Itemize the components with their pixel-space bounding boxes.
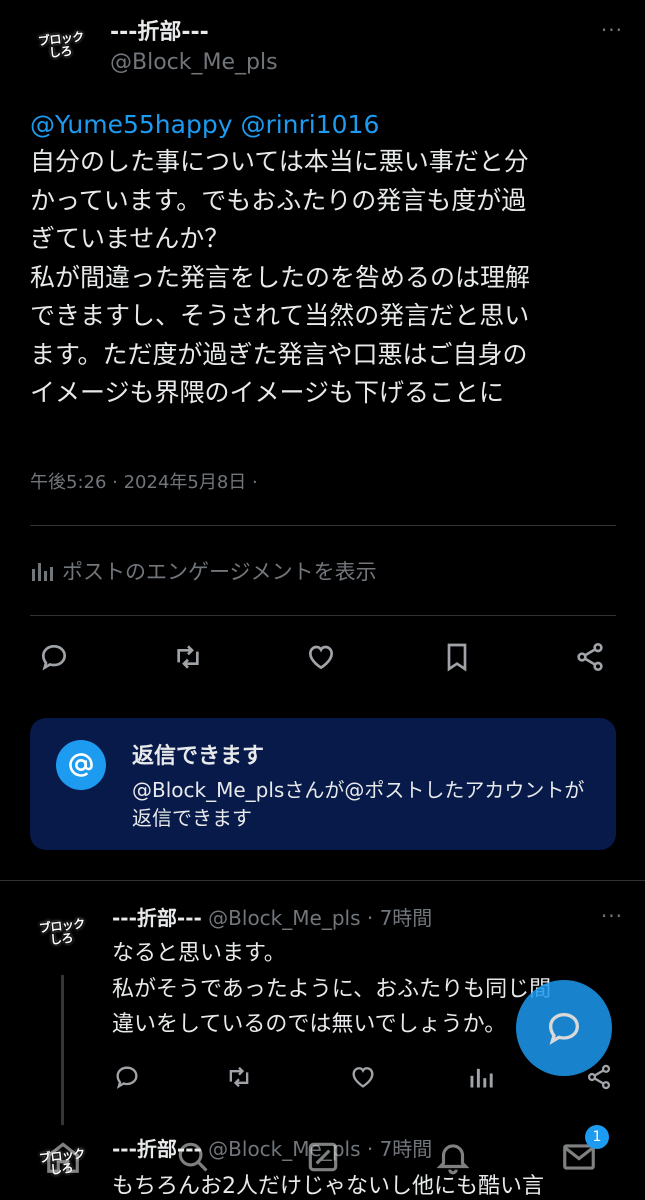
retweet-icon[interactable] xyxy=(222,1060,256,1094)
reply-permission-notice: 返信できます @Block_Me_plsさんが@ポストしたアカウントが返信できま… xyxy=(30,718,616,850)
analytics-icon xyxy=(32,563,53,581)
reply-icon[interactable] xyxy=(110,1060,144,1094)
engagement-label: ポストのエンゲージメントを表示 xyxy=(62,560,377,584)
like-icon[interactable] xyxy=(346,1060,380,1094)
tweet-body: 自分のした事については本当に悪い事だと分 かっています。でもおふたりの発言も度が… xyxy=(30,147,531,407)
analytics-icon[interactable] xyxy=(464,1060,498,1094)
retweet-icon[interactable] xyxy=(171,640,205,674)
notifications-icon[interactable] xyxy=(430,1134,476,1180)
thread-line xyxy=(61,975,64,1125)
user-handle[interactable]: @Block_Me_pls xyxy=(110,50,278,75)
avatar[interactable]: ブロック しろ xyxy=(31,902,93,964)
share-icon[interactable] xyxy=(573,640,607,674)
display-name[interactable]: ---折部--- xyxy=(110,14,209,46)
home-icon[interactable] xyxy=(40,1134,86,1180)
bottom-nav xyxy=(0,1120,645,1200)
at-sign-icon xyxy=(56,740,106,790)
compose-reply-button[interactable] xyxy=(516,980,612,1076)
like-icon[interactable] xyxy=(304,640,338,674)
more-options-icon[interactable]: ··· xyxy=(601,18,623,42)
grok-icon[interactable] xyxy=(300,1134,346,1180)
separator: · xyxy=(366,906,374,930)
mentions: @Yume55happy @rinri1016 xyxy=(30,110,379,140)
notice-description: @Block_Me_plsさんが@ポストしたアカウントが返信できます xyxy=(132,778,585,830)
bookmark-icon[interactable] xyxy=(440,640,474,674)
tweet-time[interactable]: 7時間 xyxy=(380,906,433,930)
more-options-icon[interactable]: ··· xyxy=(601,904,623,928)
avatar[interactable]: ブロック しろ xyxy=(30,15,92,77)
search-icon[interactable] xyxy=(170,1134,216,1180)
reply-header: ---折部--- @Block_Me_pls · 7時間 xyxy=(112,902,432,931)
notice-title: 返信できます xyxy=(132,744,265,769)
divider xyxy=(30,525,616,526)
reply-compose-icon xyxy=(548,1012,580,1045)
tweet-timestamp[interactable]: 午後5:26 · 2024年5月8日 · xyxy=(30,468,258,494)
avatar-text-line2: しろ xyxy=(49,930,75,948)
notification-badge: 1 xyxy=(585,1125,609,1149)
divider xyxy=(0,880,645,881)
divider xyxy=(30,615,616,616)
display-name[interactable]: ---折部--- xyxy=(112,906,202,930)
user-handle[interactable]: @Block_Me_pls xyxy=(208,906,360,930)
mention-link[interactable]: @rinri1016 xyxy=(240,110,379,139)
mention-link[interactable]: @Yume55happy xyxy=(30,110,233,139)
reply-icon[interactable] xyxy=(37,640,71,674)
view-engagement-link[interactable]: ポストのエンゲージメントを表示 xyxy=(30,556,377,586)
avatar-text-line2: しろ xyxy=(48,43,74,61)
